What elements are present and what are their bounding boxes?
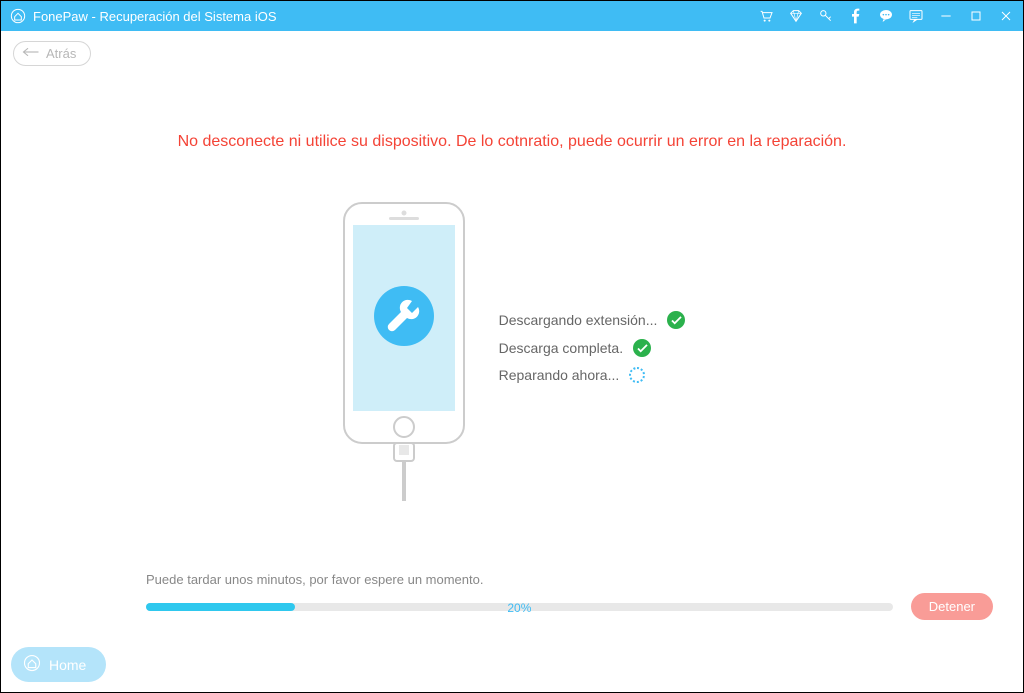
maximize-button[interactable] [967, 7, 985, 25]
center-area: Descargando extensión... Descarga comple… [1, 201, 1023, 501]
minimize-button[interactable] [937, 7, 955, 25]
warning-text: No desconecte ni utilice su dispositivo.… [1, 133, 1023, 151]
back-button-label: Atrás [46, 46, 76, 61]
home-icon [23, 654, 41, 675]
home-button[interactable]: Home [11, 647, 106, 682]
app-home-icon [9, 7, 27, 25]
cart-icon[interactable] [757, 7, 775, 25]
home-button-label: Home [49, 657, 86, 673]
progress-bar: 20% [146, 603, 893, 611]
titlebar: FonePaw - Recuperación del Sistema iOS [1, 1, 1023, 31]
status-label: Descarga completa. [499, 340, 624, 356]
stop-button[interactable]: Detener [911, 593, 993, 620]
key-icon[interactable] [817, 7, 835, 25]
wait-text: Puede tardar unos minutos, por favor esp… [146, 572, 993, 587]
status-row-download-complete: Descarga completa. [499, 339, 686, 357]
arrow-left-icon [22, 46, 40, 61]
status-label: Reparando ahora... [499, 367, 620, 383]
bottom-area: Puede tardar unos minutos, por favor esp… [146, 572, 993, 620]
progress-row: 20% Detener [146, 593, 993, 620]
titlebar-right [757, 7, 1015, 25]
diamond-icon[interactable] [787, 7, 805, 25]
status-row-repairing: Reparando ahora... [499, 367, 686, 383]
check-icon [633, 339, 651, 357]
feedback-icon[interactable] [907, 7, 925, 25]
status-row-download-ext: Descargando extensión... [499, 311, 686, 329]
spinner-icon [629, 367, 645, 383]
chat-icon[interactable] [877, 7, 895, 25]
check-icon [667, 311, 685, 329]
status-list: Descargando extensión... Descarga comple… [499, 311, 686, 383]
facebook-icon[interactable] [847, 7, 865, 25]
back-button[interactable]: Atrás [13, 41, 91, 66]
close-button[interactable] [997, 7, 1015, 25]
progress-percent-label: 20% [507, 601, 531, 615]
status-label: Descargando extensión... [499, 312, 658, 328]
progress-fill [146, 603, 295, 611]
titlebar-left: FonePaw - Recuperación del Sistema iOS [9, 7, 757, 25]
app-title: FonePaw - Recuperación del Sistema iOS [33, 9, 277, 24]
phone-illustration [339, 201, 469, 501]
